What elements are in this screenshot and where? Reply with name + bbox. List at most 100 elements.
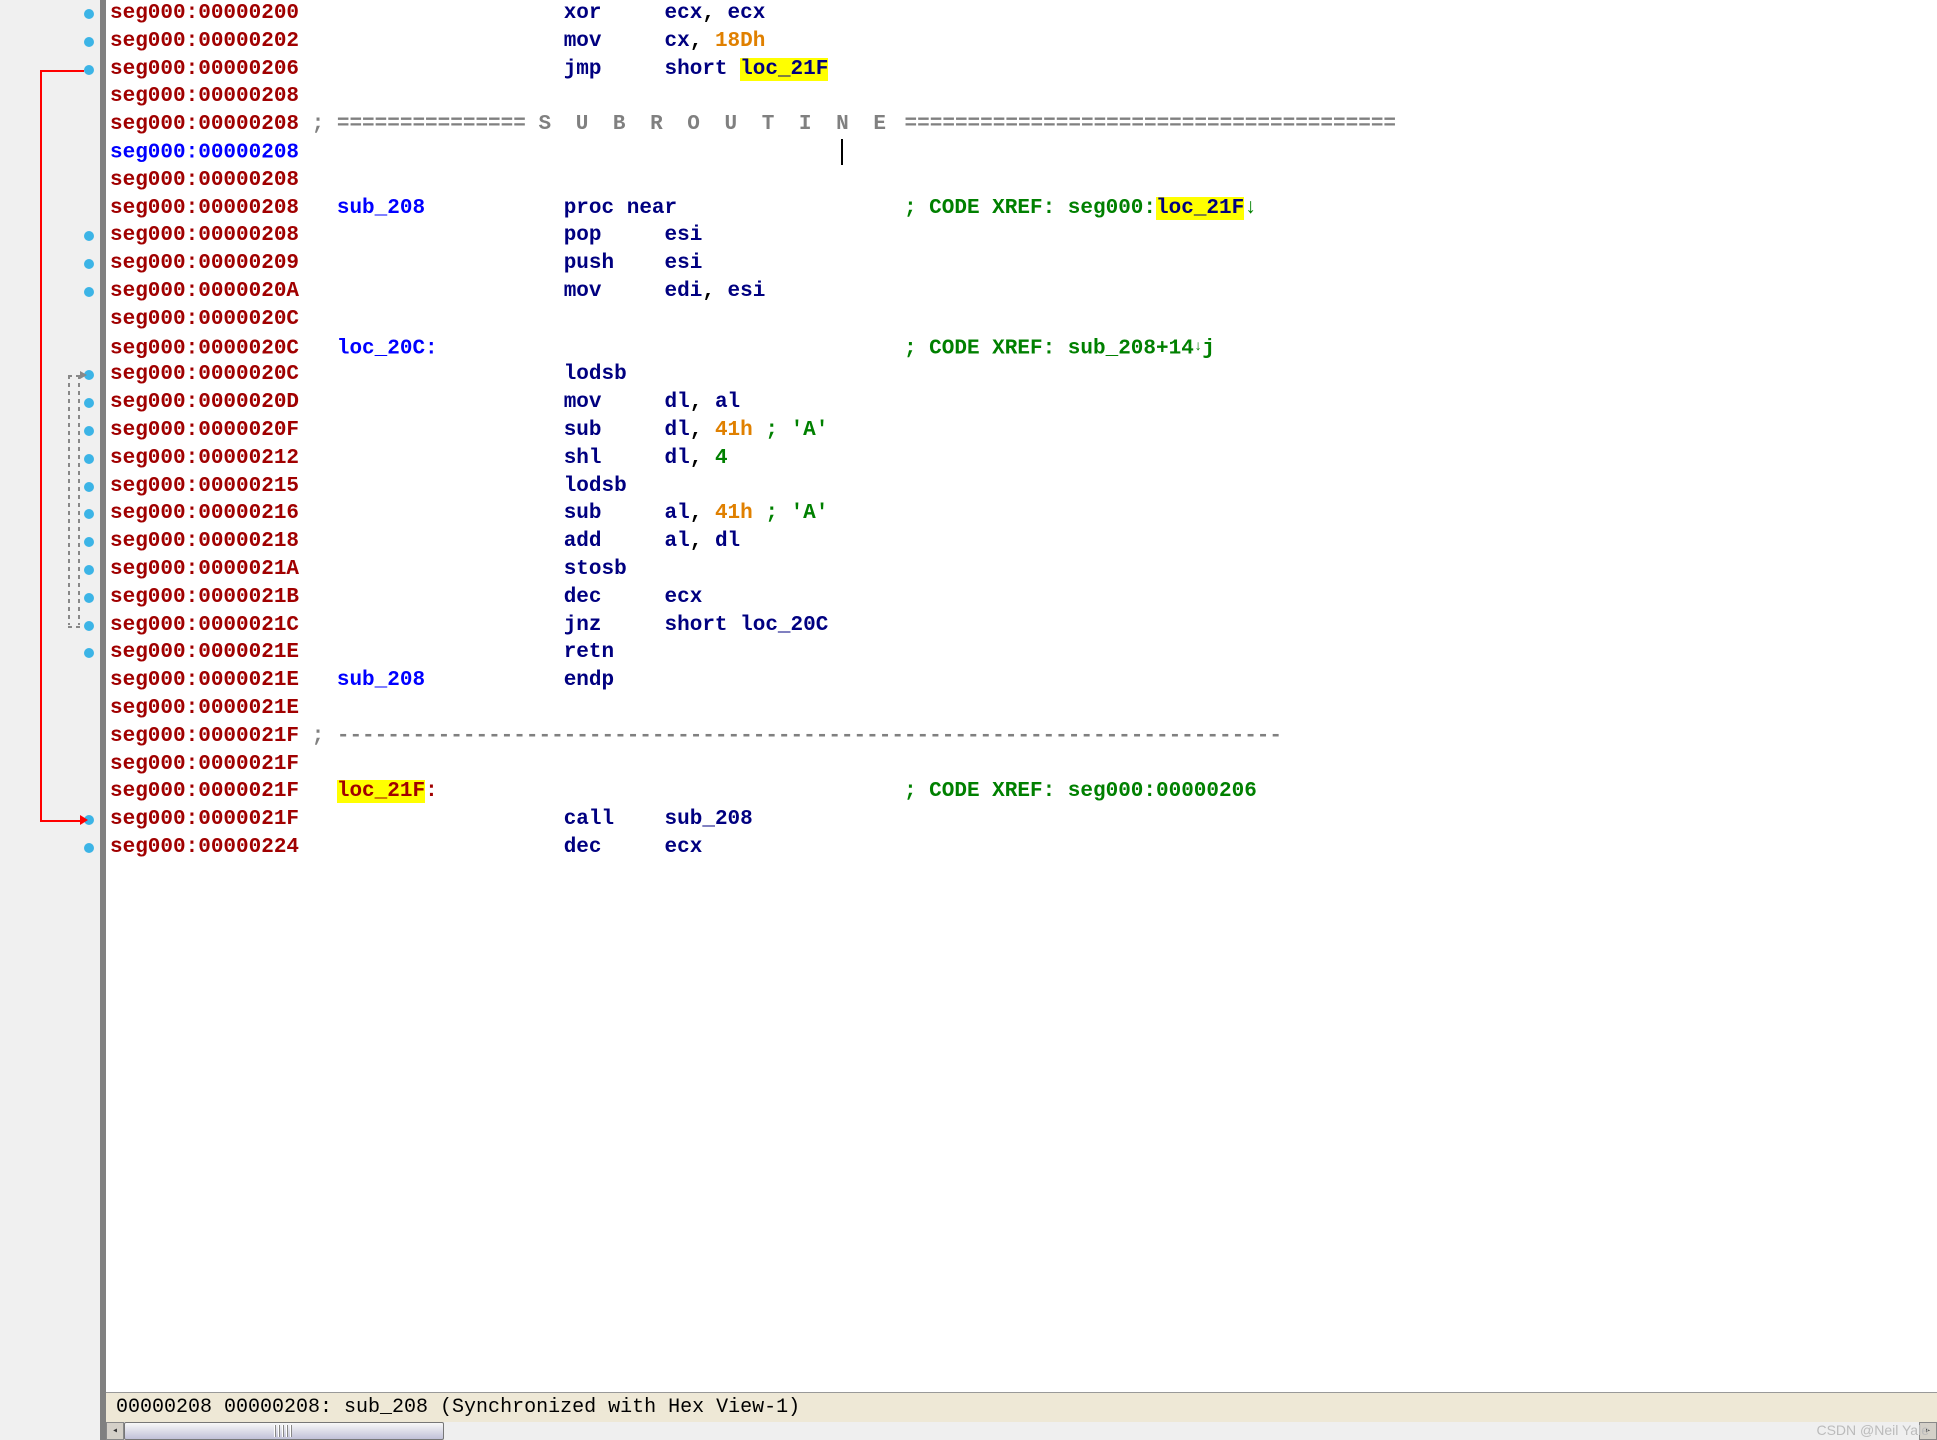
disasm-line[interactable]: seg000:0000021E retn (110, 639, 1937, 667)
disasm-line[interactable]: seg000:00000208 (110, 83, 1937, 111)
scroll-left-button[interactable]: ◂ (106, 1422, 124, 1440)
watermark: CSDN @Neil Yale (1816, 1422, 1929, 1438)
disasm-line[interactable]: seg000:00000212 shl dl, 4 (110, 445, 1937, 473)
address: seg000:00000200 (110, 2, 299, 25)
disasm-line[interactable]: seg000:00000202 mov cx, 18Dh (110, 28, 1937, 56)
disasm-line[interactable]: seg000:00000224 dec ecx (110, 834, 1937, 862)
address: seg000:0000021F (110, 753, 299, 776)
disassembly-listing[interactable]: seg000:00000200 xor ecx, ecxseg000:00000… (106, 0, 1937, 1440)
breakpoint-dot[interactable] (84, 9, 94, 19)
address: seg000:0000021F (110, 780, 299, 803)
address: seg000:0000020A (110, 280, 299, 303)
operand: loc_21F (740, 58, 828, 81)
address: seg000:00000224 (110, 836, 299, 859)
breakpoint-dot[interactable] (84, 482, 94, 492)
breakpoint-dot[interactable] (84, 621, 94, 631)
breakpoint-dot[interactable] (84, 65, 94, 75)
breakpoint-dot[interactable] (84, 509, 94, 519)
breakpoint-dot[interactable] (84, 593, 94, 603)
disasm-line[interactable]: seg000:00000218 add al, dl (110, 528, 1937, 556)
disasm-line[interactable]: seg000:0000020C lodsb (110, 361, 1937, 389)
mnemonic: add (564, 530, 602, 553)
scroll-thumb[interactable] (124, 1422, 444, 1440)
address: seg000:0000021E (110, 697, 299, 720)
breakpoint-dot[interactable] (84, 426, 94, 436)
disasm-line[interactable]: seg000:0000020C (110, 306, 1937, 334)
address: seg000:00000215 (110, 475, 299, 498)
address: seg000:0000021E (110, 669, 299, 692)
disasm-line[interactable]: seg000:0000020F sub dl, 41h ; 'A' (110, 417, 1937, 445)
address: seg000:00000208 (110, 113, 299, 136)
disasm-line[interactable]: seg000:0000020A mov edi, esi (110, 278, 1937, 306)
disasm-line[interactable]: seg000:0000021E (110, 695, 1937, 723)
status-bar: 00000208 00000208: sub_208 (Synchronized… (106, 1392, 1937, 1422)
mnemonic: mov (564, 30, 602, 53)
mnemonic: dec (564, 586, 602, 609)
xref-comment: j (1202, 337, 1215, 360)
scroll-track[interactable] (124, 1422, 1919, 1440)
address: seg000:00000208 (110, 85, 299, 108)
disasm-line[interactable]: seg000:00000216 sub al, 41h ; 'A' (110, 500, 1937, 528)
breakpoint-dot[interactable] (84, 398, 94, 408)
breakpoint-dot[interactable] (84, 454, 94, 464)
mnemonic: sub (564, 419, 602, 442)
loop-arrowhead-icon (80, 371, 87, 379)
disasm-line[interactable]: seg000:0000021E sub_208 endp (110, 667, 1937, 695)
breakpoint-dot[interactable] (84, 231, 94, 241)
address: seg000:00000218 (110, 530, 299, 553)
disasm-line[interactable]: seg000:00000208 sub_208 proc near ; CODE… (110, 195, 1937, 223)
address: seg000:00000208 (110, 169, 299, 192)
disasm-line[interactable]: seg000:0000021F (110, 751, 1937, 779)
disasm-line[interactable]: seg000:00000209 push esi (110, 250, 1937, 278)
mnemonic: mov (564, 280, 602, 303)
disasm-line[interactable]: seg000:0000021B dec ecx (110, 584, 1937, 612)
disasm-line[interactable]: seg000:00000215 lodsb (110, 473, 1937, 501)
disasm-line[interactable]: seg000:0000021F call sub_208 (110, 806, 1937, 834)
operand: short (665, 58, 741, 81)
breakpoint-dot[interactable] (84, 37, 94, 47)
label-highlighted: loc_21F (337, 780, 425, 803)
label: sub_208 (337, 669, 425, 692)
xref-comment: ; CODE XREF: seg000: (904, 197, 1156, 220)
disasm-line[interactable]: seg000:00000206 jmp short loc_21F (110, 56, 1937, 84)
mnemonic: retn (564, 641, 614, 664)
operand: , (690, 530, 715, 553)
disasm-line[interactable]: seg000:00000208 (110, 167, 1937, 195)
operand: al (715, 391, 740, 414)
operand: sub_208 (665, 808, 753, 831)
disasm-line[interactable]: seg000:00000208 pop esi (110, 222, 1937, 250)
breakpoint-dot[interactable] (84, 648, 94, 658)
disasm-line[interactable]: seg000:0000020C loc_20C: ; CODE XREF: su… (110, 334, 1937, 362)
mnemonic: proc (564, 197, 614, 220)
breakpoint-dot[interactable] (84, 565, 94, 575)
disasm-line[interactable]: seg000:0000020D mov dl, al (110, 389, 1937, 417)
breakpoint-dot[interactable] (84, 287, 94, 297)
address: seg000:00000208 (110, 197, 299, 220)
breakpoint-dot[interactable] (84, 259, 94, 269)
status-text: 00000208 00000208: sub_208 (Synchronized… (116, 1396, 800, 1419)
disasm-line[interactable]: seg000:0000021F ; ----------------------… (110, 723, 1937, 751)
address: seg000:00000202 (110, 30, 299, 53)
address: seg000:00000209 (110, 252, 299, 275)
ida-disassembly-view: seg000:00000200 xor ecx, ecxseg000:00000… (0, 0, 1937, 1440)
operand: , (690, 30, 715, 53)
disasm-line[interactable]: seg000:0000021C jnz short loc_20C (110, 612, 1937, 640)
operand: , (690, 502, 715, 525)
operand: esi (665, 224, 703, 247)
disasm-line[interactable]: seg000:00000208 (110, 139, 1937, 167)
disasm-line[interactable]: seg000:0000021A stosb (110, 556, 1937, 584)
breakpoint-dot[interactable] (84, 537, 94, 547)
breakpoint-dot[interactable] (84, 843, 94, 853)
operand: al (665, 530, 690, 553)
operand: ecx (665, 586, 703, 609)
operand: ecx (665, 2, 703, 25)
address: seg000:00000208 (110, 224, 299, 247)
horizontal-scrollbar[interactable]: ◂ ▸ (106, 1422, 1937, 1440)
address: seg000:00000216 (110, 502, 299, 525)
xref-comment: ↓ (1244, 197, 1257, 220)
gutter (0, 0, 100, 1440)
disasm-line[interactable]: seg000:00000200 xor ecx, ecx (110, 0, 1937, 28)
disasm-line[interactable]: seg000:00000208 ; =============== S U B … (110, 111, 1937, 139)
disasm-line[interactable]: seg000:0000021F loc_21F: ; CODE XREF: se… (110, 778, 1937, 806)
operand: dl (665, 419, 690, 442)
